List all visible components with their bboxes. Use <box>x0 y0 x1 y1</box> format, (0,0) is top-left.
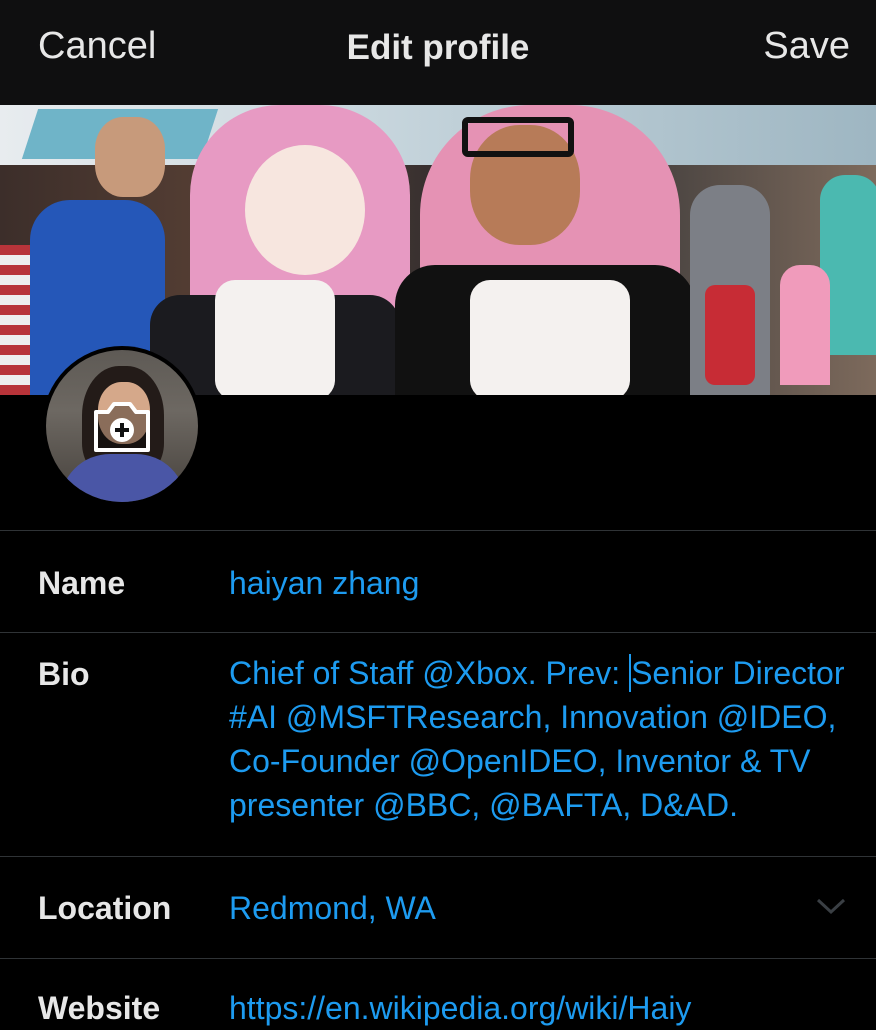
divider <box>0 856 876 857</box>
location-field[interactable]: Redmond, WA <box>229 886 436 930</box>
bio-text-before-cursor: Chief of Staff @Xbox. Prev: <box>229 655 630 691</box>
save-button[interactable]: Save <box>763 25 850 68</box>
camera-plus-icon[interactable] <box>90 394 154 458</box>
page-title: Edit profile <box>346 28 530 67</box>
top-navigation-bar: Cancel Edit profile Save <box>0 0 876 105</box>
chevron-down-icon[interactable] <box>816 896 846 916</box>
divider <box>0 632 876 633</box>
divider <box>0 958 876 959</box>
divider <box>0 530 876 531</box>
website-label: Website <box>38 990 161 1026</box>
website-field[interactable]: https://en.wikipedia.org/wiki/Haiy <box>229 986 691 1030</box>
name-label: Name <box>38 565 126 601</box>
location-label: Location <box>38 890 172 926</box>
bio-field[interactable]: Chief of Staff @Xbox. Prev: Senior Direc… <box>229 651 849 855</box>
name-field[interactable]: haiyan zhang <box>229 561 419 605</box>
bio-label: Bio <box>38 656 90 692</box>
avatar[interactable] <box>42 346 202 506</box>
